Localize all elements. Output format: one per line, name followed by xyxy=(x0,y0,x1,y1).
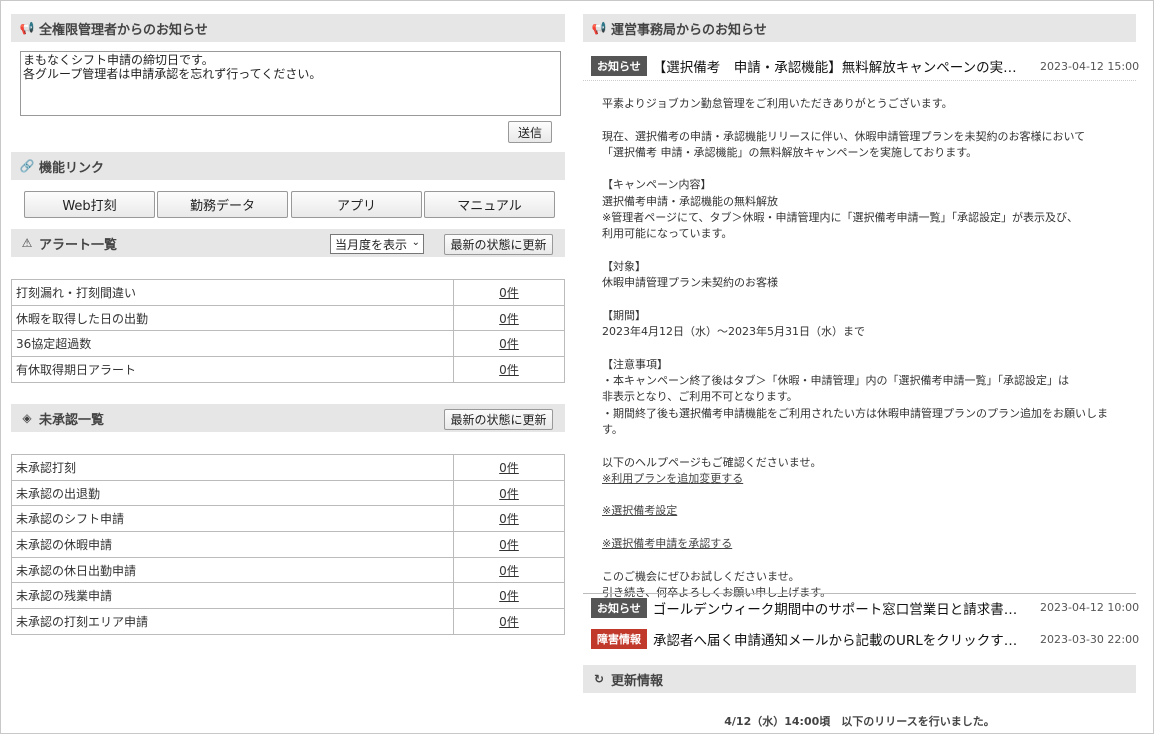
table-row: 未承認の残業申請 0件 xyxy=(11,582,565,610)
function-links-title: 機能リンク xyxy=(39,160,105,176)
count-link[interactable]: 0件 xyxy=(499,615,519,629)
table-row: 有休取得期日アラート 0件 xyxy=(11,356,565,383)
notice-target: 【対象】 休暇申請管理プラン未契約のお客様 xyxy=(602,259,778,290)
chevron-down-icon: ⌄ xyxy=(411,237,420,248)
notice-intro: 現在、選択備考の申請・承認機能リリースに伴い、休暇申請管理プランを未契約のお客様… xyxy=(602,129,1086,159)
notice-campaign: 【キャンペーン内容】 選択備考申請・承認機能の無料解放 ※管理者ページにて、タブ… xyxy=(602,178,1078,241)
count-link[interactable]: 0件 xyxy=(499,487,519,501)
admin-message-textarea[interactable]: まもなくシフト申請の締切日です。 各グループ管理者は申請承認を忘れず行ってくださ… xyxy=(20,51,561,116)
unapproved-refresh-button[interactable]: 最新の状態に更新 xyxy=(444,409,553,430)
notice-date: 2023-04-12 15:00 xyxy=(1040,59,1140,73)
table-row: 打刻漏れ・打刻間違い 0件 xyxy=(11,279,565,306)
row-label: 未承認の休日出勤申請 xyxy=(11,556,454,584)
admin-notice-header: 📢 全権限管理者からのお知らせ xyxy=(11,14,565,42)
link-icon: 🔗 xyxy=(19,159,35,173)
manual-button[interactable]: マニュアル xyxy=(424,191,555,218)
notice-badge-failure: 障害情報 xyxy=(591,629,647,649)
notice-title[interactable]: 承認者へ届く申請通知メールから記載のURLをクリックす… xyxy=(653,629,1040,649)
app-button[interactable]: アプリ xyxy=(291,191,422,218)
divider xyxy=(583,80,1136,81)
count-link[interactable]: 0件 xyxy=(499,312,519,326)
count-link[interactable]: 0件 xyxy=(499,363,519,377)
function-links-header: 🔗 機能リンク xyxy=(11,152,565,180)
row-label: 未承認の休暇申請 xyxy=(11,531,454,558)
count-link[interactable]: 0件 xyxy=(499,512,519,526)
notice-date: 2023-03-30 22:00 xyxy=(1040,632,1140,646)
count-link[interactable]: 0件 xyxy=(499,461,519,475)
admin-notice-title: 全権限管理者からのお知らせ xyxy=(39,22,208,38)
notice-badge: お知らせ xyxy=(591,56,647,76)
row-label: 未承認の出退勤 xyxy=(11,479,454,507)
office-notice-title: 運営事務局からのお知らせ xyxy=(611,22,767,38)
notice-caution: 【注意事項】 ・本キャンペーン終了後はタブ＞「休暇・申請管理」内の「選択備考申請… xyxy=(602,357,1108,436)
unapproved-table: 未承認打刻 0件 未承認の出退勤 0件 未承認のシフト申請 0件 未承認の休暇申請 0件… xyxy=(11,454,565,635)
eye-off-icon: ◈ xyxy=(22,411,32,425)
table-row: 未承認打刻 0件 xyxy=(11,454,565,481)
count-link[interactable]: 0件 xyxy=(499,337,519,351)
updates-first-line: 4/12（水）14:00頃 以下のリリースを行いました。 xyxy=(724,715,995,728)
alert-period-select[interactable]: 当月度を表示 ⌄ xyxy=(330,234,424,254)
notice-help-intro: 以下のヘルプページもご確認くださいませ。 xyxy=(602,455,822,469)
table-row: 未承認の休暇申請 0件 xyxy=(11,531,565,558)
alert-table: 打刻漏れ・打刻間違い 0件 休暇を取得した日の出勤 0件 36協定超過数 0件 有休取… xyxy=(11,279,565,383)
notice-body: 平素よりジョブカン勤怠管理をご利用いただきありがとうございます。 現在、選択備考… xyxy=(602,96,1127,601)
notice-item[interactable]: お知らせ ゴールデンウィーク期間中のサポート窓口営業日と請求書… 2023-04… xyxy=(583,593,1140,621)
row-label: 未承認打刻 xyxy=(11,454,454,481)
notice-badge: お知らせ xyxy=(591,597,647,618)
office-notice-header: 📢 運営事務局からのお知らせ xyxy=(583,14,1136,42)
alert-period-value: 当月度を表示 xyxy=(335,237,408,252)
table-row: 未承認の打刻エリア申請 0件 xyxy=(11,608,565,635)
notice-item[interactable]: お知らせ 【選択備考 申請・承認機能】無料解放キャンペーンの実… 2023-04… xyxy=(583,52,1140,80)
notice-period: 【期間】 2023年4月12日（水）～2023年5月31日（水）まで xyxy=(602,308,865,339)
row-label: 36協定超過数 xyxy=(11,330,454,358)
notice-title[interactable]: 【選択備考 申請・承認機能】無料解放キャンペーンの実… xyxy=(653,56,1040,76)
help-link-approve[interactable]: ※選択備考申請を承認する xyxy=(602,536,1127,552)
notice-greeting: 平素よりジョブカン勤怠管理をご利用いただきありがとうございます。 xyxy=(602,97,953,110)
warning-icon: ⚠ xyxy=(21,236,33,250)
row-label: 有休取得期日アラート xyxy=(11,356,454,383)
help-link-plan[interactable]: ※利用プランを追加変更する xyxy=(602,471,1127,487)
notice-title[interactable]: ゴールデンウィーク期間中のサポート窓口営業日と請求書… xyxy=(653,598,1040,618)
table-row: 未承認のシフト申請 0件 xyxy=(11,505,565,533)
row-label: 未承認の残業申請 xyxy=(11,582,454,610)
refresh-icon: ↻ xyxy=(593,672,605,686)
count-link[interactable]: 0件 xyxy=(499,564,519,578)
notice-date: 2023-04-12 10:00 xyxy=(1040,601,1140,614)
row-label: 未承認のシフト申請 xyxy=(11,505,454,533)
table-row: 未承認の休日出勤申請 0件 xyxy=(11,556,565,584)
count-link[interactable]: 0件 xyxy=(499,538,519,552)
attendance-data-button[interactable]: 勤務データ xyxy=(157,191,288,218)
count-link[interactable]: 0件 xyxy=(499,589,519,603)
unapproved-list-title: 未承認一覧 xyxy=(39,412,105,428)
alert-refresh-button[interactable]: 最新の状態に更新 xyxy=(444,234,553,255)
row-label: 打刻漏れ・打刻間違い xyxy=(11,279,454,306)
alert-list-title: アラート一覧 xyxy=(39,237,118,253)
notice-item[interactable]: 障害情報 承認者へ届く申請通知メールから記載のURLをクリックす… 2023-0… xyxy=(583,625,1140,653)
web-clock-button[interactable]: Web打刻 xyxy=(24,191,155,218)
count-link[interactable]: 0件 xyxy=(499,286,519,300)
send-button[interactable]: 送信 xyxy=(508,121,552,143)
updates-header: ↻ 更新情報 xyxy=(583,665,1136,693)
megaphone-icon: 📢 xyxy=(591,21,607,35)
row-label: 休暇を取得した日の出勤 xyxy=(11,304,454,332)
table-row: 未承認の出退勤 0件 xyxy=(11,479,565,507)
table-row: 36協定超過数 0件 xyxy=(11,330,565,358)
table-row: 休暇を取得した日の出勤 0件 xyxy=(11,304,565,332)
megaphone-icon: 📢 xyxy=(19,21,35,35)
help-link-remarks-setting[interactable]: ※選択備考設定 xyxy=(602,503,1127,519)
updates-title: 更新情報 xyxy=(611,673,664,689)
row-label: 未承認の打刻エリア申請 xyxy=(11,608,454,635)
